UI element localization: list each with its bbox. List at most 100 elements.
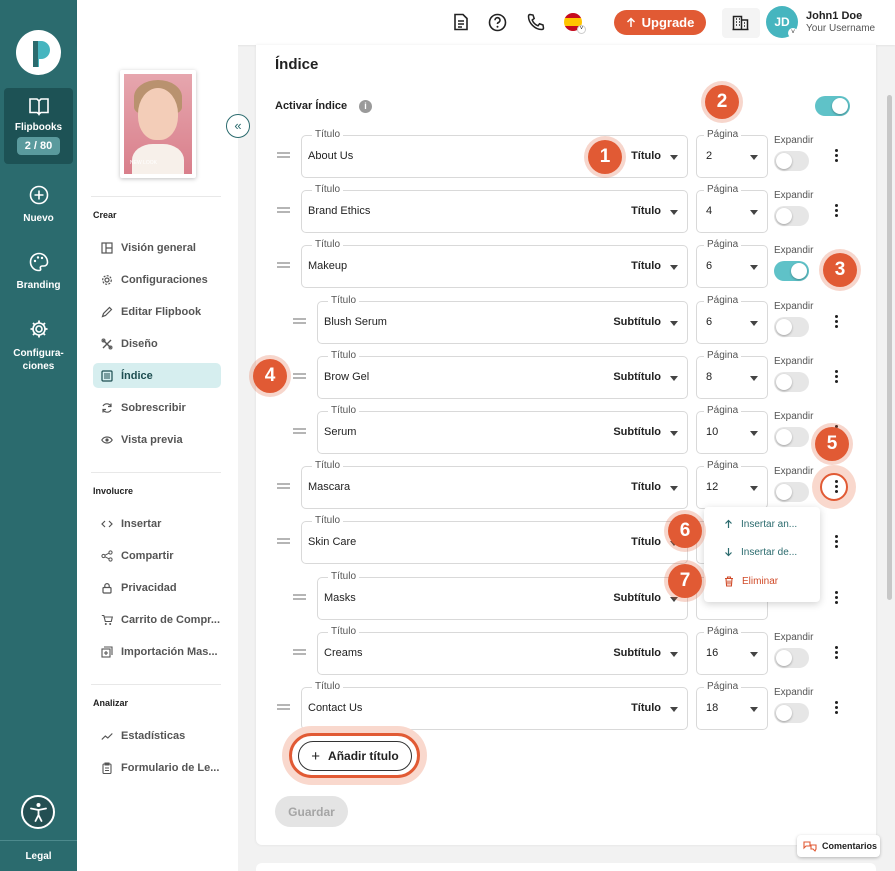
- organization-button[interactable]: [722, 8, 760, 38]
- title-field[interactable]: Título Brow Gel Subtítulo: [317, 350, 688, 399]
- expand-toggle[interactable]: [774, 372, 809, 392]
- expand-toggle[interactable]: [774, 703, 809, 723]
- title-field[interactable]: Título Makeup Título: [301, 239, 688, 288]
- help-icon[interactable]: [488, 13, 507, 32]
- page-select[interactable]: Página 4: [696, 184, 768, 233]
- title-field[interactable]: Título Blush Serum Subtítulo: [317, 295, 688, 344]
- title-field[interactable]: Título Skin Care Título: [301, 515, 688, 564]
- sidebar-item-embed[interactable]: Insertar: [93, 511, 221, 536]
- drag-handle-icon[interactable]: [277, 262, 290, 268]
- title-field[interactable]: Título Brand Ethics Título: [301, 184, 688, 233]
- sidebar-item-preview[interactable]: Vista previa: [93, 427, 221, 452]
- title-field[interactable]: Título Creams Subtítulo: [317, 626, 688, 675]
- menu-insert-below[interactable]: Insertar de...: [704, 539, 820, 565]
- expand-toggle[interactable]: [774, 206, 809, 226]
- page-select[interactable]: Página 12: [696, 460, 768, 509]
- sidebar-item-overview[interactable]: Visión general: [93, 235, 221, 260]
- more-options-icon-active[interactable]: [829, 478, 843, 498]
- drag-handle-icon[interactable]: [293, 428, 306, 434]
- drag-handle-icon[interactable]: [277, 483, 290, 489]
- phone-icon[interactable]: [527, 13, 545, 31]
- collapse-sidebar-button[interactable]: «: [226, 114, 250, 138]
- expand-toggle[interactable]: [774, 317, 809, 337]
- page-select[interactable]: Página 18: [696, 681, 768, 730]
- expand-toggle[interactable]: [774, 648, 809, 668]
- drag-handle-icon[interactable]: [277, 207, 290, 213]
- scrollbar[interactable]: [887, 95, 892, 600]
- type-select[interactable]: Título: [631, 260, 661, 272]
- drag-handle-icon[interactable]: [277, 152, 290, 158]
- expand-label: Expandir: [774, 411, 814, 422]
- drag-handle-icon[interactable]: [293, 594, 306, 600]
- sidebar-item-configurations[interactable]: Configuraciones: [93, 267, 221, 292]
- drag-handle-icon[interactable]: [277, 704, 290, 710]
- flipbook-cover-thumbnail[interactable]: NEW LOOK: [120, 70, 196, 178]
- page-select[interactable]: Página 8: [696, 350, 768, 399]
- save-button[interactable]: Guardar: [275, 796, 348, 827]
- sidebar-item-lead-form[interactable]: Formulario de Le...: [93, 755, 221, 780]
- title-field[interactable]: Título About Us Título: [301, 129, 688, 178]
- drag-handle-icon[interactable]: [277, 538, 290, 544]
- rail-item-branding[interactable]: Branding: [0, 252, 77, 291]
- page-select[interactable]: Página 2: [696, 129, 768, 178]
- type-select[interactable]: Subtítulo: [613, 592, 661, 604]
- title-field[interactable]: Título Mascara Título: [301, 460, 688, 509]
- more-options-icon[interactable]: [829, 644, 843, 664]
- sidebar-item-design[interactable]: Diseño: [93, 331, 221, 356]
- field-label: Título: [328, 626, 360, 637]
- comments-button[interactable]: Comentarios: [797, 835, 880, 857]
- more-options-icon[interactable]: [829, 202, 843, 222]
- rail-item-settings[interactable]: Configura- ciones: [0, 319, 77, 373]
- type-select[interactable]: Título: [631, 536, 661, 548]
- more-options-icon[interactable]: [829, 368, 843, 388]
- page-select[interactable]: Página 6: [696, 239, 768, 288]
- rail-item-flipbooks[interactable]: Flipbooks 2 / 80: [4, 88, 73, 164]
- page-select[interactable]: Página 16: [696, 626, 768, 675]
- page-select[interactable]: Página 6: [696, 295, 768, 344]
- app-logo[interactable]: [16, 30, 61, 75]
- page-select[interactable]: Página 10: [696, 405, 768, 454]
- sidebar-item-statistics[interactable]: Estadísticas: [93, 723, 221, 748]
- menu-insert-above[interactable]: Insertar an...: [704, 511, 820, 537]
- expand-toggle[interactable]: [774, 261, 809, 281]
- sidebar-item-index[interactable]: Índice: [93, 363, 221, 388]
- more-options-icon[interactable]: [829, 147, 843, 167]
- type-select[interactable]: Subtítulo: [613, 647, 661, 659]
- title-field[interactable]: Título Serum Subtítulo: [317, 405, 688, 454]
- type-select[interactable]: Título: [631, 702, 661, 714]
- more-options-icon[interactable]: [829, 533, 843, 553]
- rail-item-new[interactable]: Nuevo: [0, 185, 77, 224]
- info-icon[interactable]: i: [359, 100, 372, 113]
- expand-toggle[interactable]: [774, 482, 809, 502]
- more-options-icon[interactable]: [829, 589, 843, 609]
- expand-toggle[interactable]: [774, 151, 809, 171]
- type-select[interactable]: Título: [631, 481, 661, 493]
- sidebar-item-shopping-cart[interactable]: Carrito de Compr...: [93, 607, 221, 632]
- accessibility-button[interactable]: [21, 795, 55, 829]
- sidebar-item-bulk-import[interactable]: Importación Mas...: [93, 639, 221, 664]
- sidebar-item-overwrite[interactable]: Sobrescribir: [93, 395, 221, 420]
- upgrade-button[interactable]: Upgrade: [614, 10, 706, 35]
- plus-circle-icon: [29, 185, 48, 205]
- more-options-icon[interactable]: [829, 313, 843, 333]
- type-select[interactable]: Título: [631, 205, 661, 217]
- type-select[interactable]: Subtítulo: [613, 316, 661, 328]
- document-icon[interactable]: [453, 13, 469, 31]
- sidebar-item-privacy[interactable]: Privacidad: [93, 575, 221, 600]
- type-select[interactable]: Título: [631, 150, 661, 162]
- drag-handle-icon[interactable]: [293, 373, 306, 379]
- legal-link[interactable]: Legal: [0, 851, 77, 862]
- sidebar-item-share[interactable]: Compartir: [93, 543, 221, 568]
- title-field[interactable]: Título Contact Us Título: [301, 681, 688, 730]
- type-select[interactable]: Subtítulo: [613, 371, 661, 383]
- expand-toggle[interactable]: [774, 427, 809, 447]
- type-select[interactable]: Subtítulo: [613, 426, 661, 438]
- activate-index-toggle[interactable]: [815, 96, 850, 116]
- more-options-icon[interactable]: [829, 699, 843, 719]
- menu-delete[interactable]: Eliminar: [704, 568, 820, 594]
- drag-handle-icon[interactable]: [293, 318, 306, 324]
- drag-handle-icon[interactable]: [293, 649, 306, 655]
- sidebar-item-edit-flipbook[interactable]: Editar Flipbook: [93, 299, 221, 324]
- title-field[interactable]: Título Masks Subtítulo: [317, 571, 688, 620]
- add-title-button[interactable]: + Añadir título: [298, 741, 412, 771]
